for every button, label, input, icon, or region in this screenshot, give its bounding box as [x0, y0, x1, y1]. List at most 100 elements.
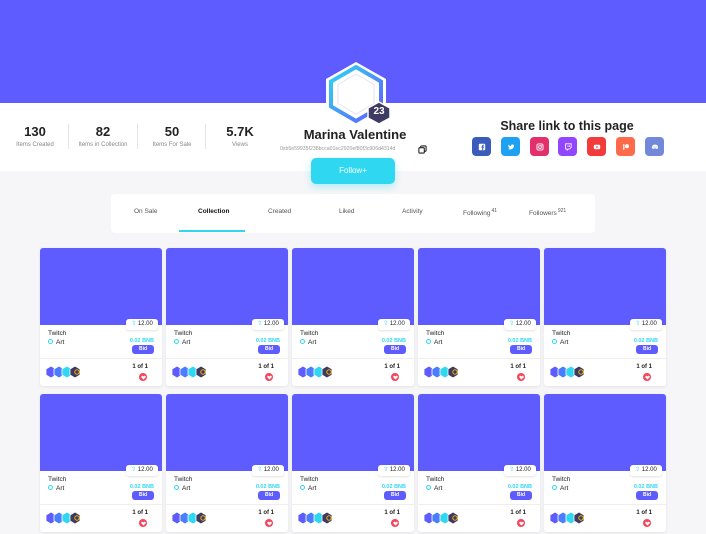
- tab-count: 41: [491, 208, 498, 214]
- owner-avatars[interactable]: [549, 365, 589, 379]
- nft-card[interactable]: ⇧ 12.00 Twitch Art 0.02 BNB Bid 1 of 1: [166, 394, 288, 532]
- nft-image[interactable]: [418, 394, 540, 471]
- card-category-label: Art: [434, 485, 443, 492]
- card-edition: 1 of 1: [132, 364, 148, 370]
- card-price: 12.00: [515, 467, 531, 473]
- bid-button[interactable]: Bid: [510, 491, 532, 500]
- card-category: Art: [426, 485, 442, 492]
- bid-button[interactable]: Bid: [132, 345, 154, 354]
- nft-card[interactable]: ⇧ 12.00 Twitch Art 0.02 BNB Bid 1 of 1: [292, 248, 414, 386]
- share-patreon-button[interactable]: [616, 137, 635, 156]
- tab-activity[interactable]: Activity: [402, 208, 423, 215]
- owner-avatars[interactable]: [297, 365, 337, 379]
- copy-icon[interactable]: [418, 145, 427, 154]
- bid-button[interactable]: Bid: [636, 491, 658, 500]
- bid-button[interactable]: Bid: [258, 491, 280, 500]
- bid-button[interactable]: Bid: [636, 345, 658, 354]
- owner-avatars[interactable]: [297, 511, 337, 525]
- card-title: Twitch: [48, 330, 67, 337]
- share-twitch-button[interactable]: [558, 137, 577, 156]
- card-title: Twitch: [174, 330, 193, 337]
- heart-icon: [266, 375, 272, 380]
- bid-button[interactable]: Bid: [132, 491, 154, 500]
- nft-card[interactable]: ⇧ 12.00 Twitch Art 0.02 BNB Bid 1 of 1: [544, 394, 666, 532]
- share-facebook-button[interactable]: [472, 137, 491, 156]
- tab-label: On Sale: [134, 208, 158, 215]
- heart-icon: [140, 375, 146, 380]
- nft-image[interactable]: [166, 394, 288, 471]
- card-divider: [418, 358, 540, 359]
- card-edition: 1 of 1: [258, 510, 274, 516]
- nft-card[interactable]: ⇧ 12.00 Twitch Art 0.02 BNB Bid 1 of 1: [40, 394, 162, 532]
- nft-image[interactable]: [40, 248, 162, 325]
- like-button[interactable]: [517, 519, 525, 527]
- tab-followers[interactable]: Followers921: [529, 208, 566, 217]
- like-button[interactable]: [391, 373, 399, 381]
- stat-items-created: 130 Items Created: [0, 125, 70, 149]
- nft-card[interactable]: ⇧ 12.00 Twitch Art 0.02 BNB Bid 1 of 1: [418, 394, 540, 532]
- price-chip: ⇧ 12.00: [504, 465, 536, 476]
- share-twitter-button[interactable]: [501, 137, 520, 156]
- tab-label: Following: [463, 210, 491, 217]
- wallet-address: 0xb5e59935f238bcca01ec2920ef80f3c906d431…: [280, 146, 396, 152]
- nft-image[interactable]: [166, 248, 288, 325]
- bid-button[interactable]: Bid: [384, 345, 406, 354]
- bid-button[interactable]: Bid: [384, 491, 406, 500]
- nft-card[interactable]: ⇧ 12.00 Twitch Art 0.02 BNB Bid 1 of 1: [166, 248, 288, 386]
- like-button[interactable]: [391, 519, 399, 527]
- card-category-label: Art: [308, 485, 317, 492]
- heart-icon: [392, 375, 398, 380]
- owner-avatars[interactable]: [171, 511, 211, 525]
- tab-following[interactable]: Following41: [463, 208, 497, 217]
- like-button[interactable]: [517, 373, 525, 381]
- tab-label: Followers: [529, 210, 557, 217]
- like-button[interactable]: [643, 373, 651, 381]
- tab-on-sale[interactable]: On Sale: [134, 208, 158, 215]
- nft-image[interactable]: [40, 394, 162, 471]
- card-bnb-price: 0.02 BNB: [129, 484, 154, 490]
- share-youtube-button[interactable]: [587, 137, 606, 156]
- card-price: 12.00: [137, 467, 153, 473]
- card-edition: 1 of 1: [258, 364, 274, 370]
- card-title: Twitch: [48, 476, 67, 483]
- nft-card[interactable]: ⇧ 12.00 Twitch Art 0.02 BNB Bid 1 of 1: [40, 248, 162, 386]
- tab-liked[interactable]: Liked: [339, 208, 355, 215]
- card-category: Art: [552, 485, 568, 492]
- nft-image[interactable]: [292, 248, 414, 325]
- nft-image[interactable]: [418, 248, 540, 325]
- owner-avatars[interactable]: [171, 365, 211, 379]
- card-category: Art: [300, 485, 316, 492]
- like-button[interactable]: [643, 519, 651, 527]
- like-button[interactable]: [265, 519, 273, 527]
- like-button[interactable]: [139, 373, 147, 381]
- price-chip: ⇧ 12.00: [252, 319, 284, 330]
- owner-avatars[interactable]: [423, 365, 463, 379]
- owner-avatars[interactable]: [45, 365, 85, 379]
- nft-card[interactable]: ⇧ 12.00 Twitch Art 0.02 BNB Bid 1 of 1: [544, 248, 666, 386]
- owner-avatars[interactable]: [45, 511, 85, 525]
- tab-collection[interactable]: Collection: [198, 208, 229, 215]
- share-discord-button[interactable]: [645, 137, 664, 156]
- nft-image[interactable]: [292, 394, 414, 471]
- nft-image[interactable]: [544, 248, 666, 325]
- follow-button[interactable]: Follow+: [311, 158, 395, 184]
- like-button[interactable]: [139, 519, 147, 527]
- tab-label: Liked: [339, 208, 355, 215]
- bid-button[interactable]: Bid: [510, 345, 532, 354]
- stat-value: 82: [95, 124, 111, 139]
- card-bnb-price: 0.02 BNB: [255, 338, 280, 344]
- nft-image[interactable]: [544, 394, 666, 471]
- card-price: 12.00: [641, 321, 657, 327]
- category-icon: [48, 485, 53, 490]
- card-bnb-price: 0.02 BNB: [255, 484, 280, 490]
- like-button[interactable]: [265, 373, 273, 381]
- owner-avatars[interactable]: [423, 511, 463, 525]
- share-instagram-button[interactable]: [530, 137, 549, 156]
- bid-button[interactable]: Bid: [258, 345, 280, 354]
- owner-avatars[interactable]: [549, 511, 589, 525]
- nft-card[interactable]: ⇧ 12.00 Twitch Art 0.02 BNB Bid 1 of 1: [418, 248, 540, 386]
- nft-card[interactable]: ⇧ 12.00 Twitch Art 0.02 BNB Bid 1 of 1: [292, 394, 414, 532]
- heart-icon: [644, 521, 650, 526]
- stat-label: Views: [232, 142, 248, 148]
- tab-created[interactable]: Created: [268, 208, 291, 215]
